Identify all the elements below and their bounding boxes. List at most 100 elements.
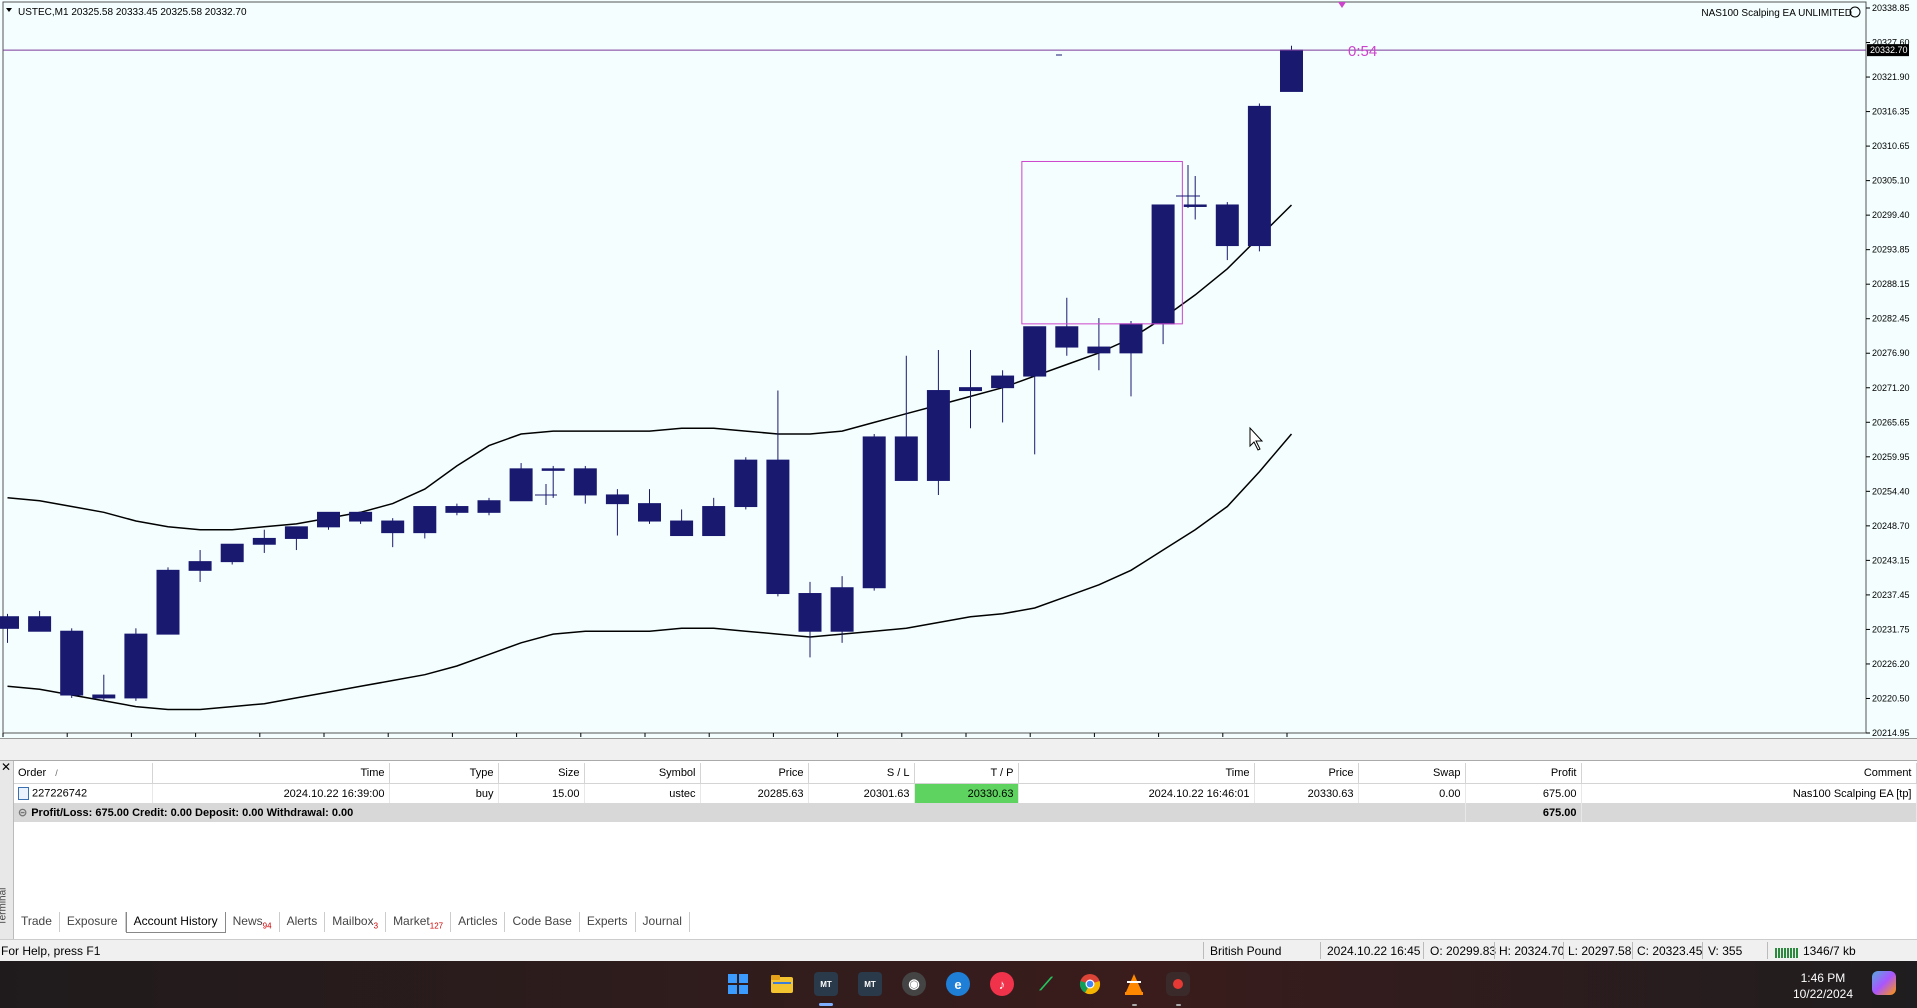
tab-label: Market [393,914,430,928]
candle-body [670,520,694,537]
price-label: 20305.10 [1872,176,1910,186]
price-label: 20248.70 [1872,521,1910,531]
bar-low: L: 20297.58 [1568,944,1632,958]
candle-body [509,468,533,502]
col-type[interactable]: Type [389,763,499,784]
candle-body [60,630,84,696]
bar-volume: V: 355 [1708,944,1743,958]
price-label: 20276.90 [1872,348,1910,358]
tab-market[interactable]: Market127 [386,912,452,932]
col-open-price[interactable]: Price [700,763,809,784]
col-symbol[interactable]: Symbol [584,763,701,784]
col-close-price[interactable]: Price [1254,763,1359,784]
vlc-icon[interactable] [1122,972,1146,996]
candle-body [28,616,52,632]
candle-body [188,561,212,571]
candle-body [798,593,822,632]
tab-label: Mailbox [332,914,374,928]
tab-exposure[interactable]: Exposure [60,912,126,932]
col-close-time[interactable]: Time [1018,763,1255,784]
tab-badge: 3 [373,921,379,931]
chrome-icon[interactable] [1078,972,1102,996]
account-history-table: Order / Time Type Size Symbol Price S / … [14,763,1917,822]
candle-body [1280,49,1303,92]
col-order[interactable]: Order / [14,763,153,784]
tab-badge: 127 [429,921,444,931]
tab-journal[interactable]: Journal [636,912,690,932]
traffic-text: 1346/7 kb [1803,944,1856,958]
candle-body [1023,326,1047,377]
price-label: 20243.15 [1872,555,1910,565]
tab-code-base[interactable]: Code Base [505,912,580,932]
cell-order: 227226742 [14,783,153,803]
status-bar: For Help, press F1 British Pound 2024.10… [0,939,1917,962]
col-tp[interactable]: T / P [914,763,1019,784]
price-label: 20321.90 [1872,72,1910,82]
github-icon[interactable]: ◉ [902,972,926,996]
col-open-time[interactable]: Time [152,763,390,784]
candle-body [124,633,148,699]
cell-size: 15.00 [498,783,585,803]
price-chart[interactable]: 20338.8520327.6020321.9020316.3520310.65… [0,0,1917,738]
system-clock[interactable]: 1:46 PM 10/22/2024 [1793,970,1853,1002]
candle-body [862,436,886,589]
col-swap[interactable]: Swap [1358,763,1466,784]
tab-label: Trade [21,914,52,928]
clock-time: 1:46 PM [1800,971,1846,985]
candle-body [959,387,982,392]
col-comment[interactable]: Comment [1581,763,1917,784]
tab-trade[interactable]: Trade [14,912,60,932]
tab-experts[interactable]: Experts [580,912,636,932]
tab-mailbox[interactable]: Mailbox3 [325,912,387,932]
candle-body [991,375,1015,389]
chart-area[interactable]: 20338.85 20327.60 20321.90 20316.35 20310.65… [0,0,1917,739]
recorder-icon[interactable] [1166,972,1190,996]
col-size[interactable]: Size [498,763,585,784]
candle-body [1247,105,1271,247]
col-profit[interactable]: Profit [1465,763,1582,784]
tab-label: News [232,914,263,928]
windows-start-icon[interactable] [726,972,750,996]
candle-body [220,543,244,563]
candle-body [605,494,629,505]
candle-body [830,587,854,632]
current-price-label: 20332.70 [1870,45,1908,55]
candle-body [1215,204,1239,247]
tab-account-history[interactable]: Account History [125,912,226,933]
col-sl[interactable]: S / L [808,763,915,784]
file-explorer-icon[interactable] [770,972,794,996]
candle-body [284,526,308,539]
sort-indicator: / [55,768,58,778]
metatrader-icon[interactable]: MT [814,972,838,996]
symbol-info: USTEC,M1 20325.58 20333.45 20325.58 2033… [18,7,247,18]
copilot-icon[interactable] [1872,971,1896,995]
candle-body [638,503,661,522]
price-label: 20299.40 [1872,210,1910,220]
candle-body [573,468,597,496]
price-label: 20231.75 [1872,624,1910,634]
close-icon[interactable]: ✕ [1,761,11,773]
tab-badge: 94 [262,921,272,931]
trading-app-icon[interactable]: ⟋ [1034,972,1058,996]
profile-name[interactable]: British Pound [1210,944,1281,958]
price-label: 20259.95 [1872,452,1910,462]
running-indicator-2 [1176,1004,1181,1006]
tab-news[interactable]: News94 [226,912,280,932]
table-row[interactable]: 227226742 2024.10.22 16:39:00 buy 15.00 … [14,783,1917,803]
tab-articles[interactable]: Articles [451,912,506,932]
metatrader-icon-2[interactable]: MT [858,972,882,996]
price-label: 20220.50 [1872,693,1910,703]
tab-alerts[interactable]: Alerts [280,912,326,932]
candle-body [0,616,19,629]
music-icon[interactable]: ♪ [990,972,1014,996]
bar-open: O: 20299.83 [1430,944,1497,958]
cell-close-time: 2024.10.22 16:46:01 [1018,783,1255,803]
clock-date: 10/22/2024 [1792,987,1853,1001]
summary-profit: 675.00 [1465,803,1582,822]
cell-comment: Nas100 Scalping EA [tp] [1581,783,1917,803]
terminal-sidebar: ✕ Terminal [0,761,14,939]
edge-icon[interactable]: e [946,972,970,996]
candle-body [541,468,565,471]
candle-body [734,459,758,508]
tab-label: Journal [642,914,682,928]
